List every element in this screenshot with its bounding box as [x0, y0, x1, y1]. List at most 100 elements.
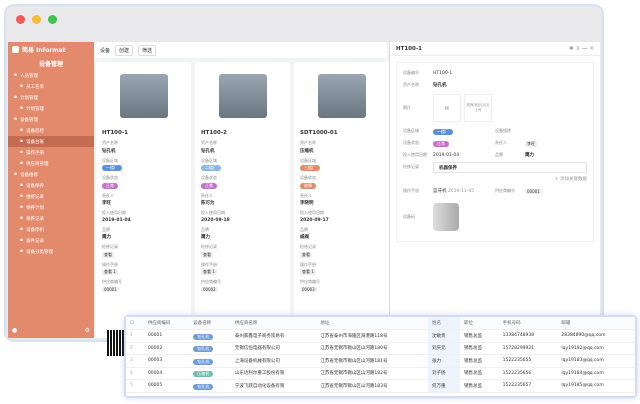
table-row[interactable]: 2 00002 钻孔机 无锡信恒电器有限公司 江苏省无锡市锡山区山河路180号 刘庆元 销售… — [126, 342, 635, 355]
field-label: 设备状态 — [102, 175, 118, 180]
manual-file[interactable]: 蓝牙机 — [433, 188, 447, 194]
sidebar-item-label: 设备管理 — [20, 117, 39, 123]
sidebar-item[interactable]: ▪ 维修记录 — [8, 191, 94, 202]
field-label: 设备码 — [403, 214, 415, 219]
column-header[interactable]: 手机号码 — [498, 317, 558, 330]
supplier-value[interactable]: 00001 — [525, 189, 542, 195]
sidebar-item[interactable]: ▪ 计划管理 — [8, 103, 94, 114]
field-label: 投入使用日期 — [201, 210, 225, 215]
card-title: HT100-1 — [102, 130, 128, 136]
asset-value: 压缩机 — [300, 148, 314, 154]
field-label: 操作手册 — [403, 188, 419, 193]
avatar[interactable]: ● — [12, 327, 17, 334]
maximize-dot[interactable] — [48, 15, 57, 24]
sidebar-item[interactable]: ▪ 设备巡检 — [8, 125, 94, 136]
column-header[interactable]: 邮箱 — [557, 317, 635, 330]
field-label: 责任人 — [300, 192, 312, 198]
date-value: 2020-09-17 — [300, 217, 329, 223]
column-header[interactable]: 供应商编码 — [143, 317, 190, 330]
table-cell: 3 — [126, 354, 144, 368]
record-value[interactable]: 查看 — [201, 251, 213, 258]
table-row[interactable]: 5 00005 钻孔机 宁波飞跃自动化设备有限 江苏省无锡市锡山区山河路183号 何万重销… — [126, 379, 635, 393]
column-header[interactable]: 地址 — [316, 317, 429, 330]
column-header[interactable]: 姓名 — [428, 317, 460, 330]
record-input[interactable]: 机器保养 — [433, 161, 587, 173]
table-cell: 00002 — [143, 342, 190, 355]
table-row[interactable]: 4 00004 压缩机 山东达利尔重工股份有限 江苏省无锡市锡山区山河路182号 刘子扬销… — [126, 367, 635, 380]
table-cell: 1522235656 — [498, 367, 558, 380]
sidebar-item[interactable]: ▪ 备件记录 — [8, 235, 94, 246]
sidebar-item[interactable]: ▪ 供应商管理 — [8, 158, 94, 169]
device-card[interactable]: HT100-2 资产名称 钻孔机 设备区域 二楼厂 设备状态 正常 责任人 陈可为 投入使用日期 2… — [195, 62, 290, 338]
tag: 钻孔机 — [193, 333, 214, 340]
module-title[interactable]: 设备管理 — [8, 56, 94, 70]
field-label: 资产名称 — [102, 140, 118, 145]
sidebar-item-label: 计划管理 — [20, 95, 39, 101]
sidebar-item[interactable]: ▪ 设备维修 — [8, 169, 94, 180]
device-card[interactable]: SDT1000-01 资产名称 压缩机 设备区域 三楼厂 设备状态 故障 责任人 李晓明 投入使用… — [294, 62, 389, 338]
supplier-value[interactable]: 00003 — [300, 286, 317, 292]
table-row[interactable]: 3 00003 钻孔机 上海设备机械有限公司 江苏省无锡市锡山区山河路181号 张力 销售总… — [126, 354, 635, 368]
settings-icon[interactable]: ⚙ — [85, 327, 90, 334]
image-placeholder-icon[interactable]: 🖼 — [433, 94, 461, 122]
date-value: 2019-01-04 — [433, 152, 460, 158]
device-name-tag: 压缩机 — [189, 367, 231, 380]
column-header[interactable]: 设备名称 — [189, 317, 231, 330]
record-value[interactable]: 查看 — [102, 251, 114, 258]
date-value: 2020-09-18 — [201, 217, 230, 223]
select-all-checkbox[interactable]: ☐ — [126, 317, 144, 330]
sidebar-item[interactable]: ▪ 人员管理 — [8, 70, 94, 81]
device-card[interactable]: HT100-1 资产名称 钻孔机 设备区域 一楼厂 设备状态 正常 责任人 李旺 投入使用日期 20… — [96, 62, 191, 338]
device-image — [102, 66, 185, 126]
tag: 钻孔机 — [193, 358, 214, 365]
qr-code-icon — [107, 330, 125, 356]
field-label: 品牌 — [102, 226, 110, 232]
title-bar — [6, 6, 602, 36]
field-label: 品牌 — [300, 226, 308, 232]
column-header[interactable]: 职位 — [459, 317, 499, 330]
field-label: 设备区域 — [102, 157, 118, 163]
create-button[interactable]: 创建 — [115, 44, 134, 56]
upload-area[interactable]: 拖拽/粘贴/点击上传 — [464, 94, 492, 122]
sidebar-item[interactable]: ▪ 员工名单 — [8, 81, 94, 92]
owner-value[interactable]: 李旺 — [525, 140, 537, 147]
manual-value[interactable]: 查看 1 — [300, 269, 316, 275]
sidebar-item[interactable]: ▪ 设备台账 — [8, 136, 94, 147]
field-label: 设备描述 — [495, 128, 511, 133]
add-relation-link[interactable]: + 添加关联数据 — [555, 176, 587, 182]
window-controls[interactable]: ✱ ⇩ — ✕ — [569, 46, 594, 52]
table-cell: lqy19184@qq.com — [557, 367, 635, 380]
field-label: 责任人 — [495, 140, 507, 145]
sidebar-item[interactable]: ▪ 设备管理 — [8, 114, 94, 125]
sidebar-item[interactable]: ▪ 保养记录 — [8, 213, 94, 224]
manual-value[interactable]: 查看 1 — [102, 269, 118, 275]
sidebar-item[interactable]: ▪ 设备保养 — [8, 180, 94, 191]
column-header[interactable]: 供应商名称 — [230, 317, 317, 330]
table-cell: 5 — [126, 379, 144, 393]
sidebar-item[interactable]: ▪ 设备停机 — [8, 224, 94, 235]
minimize-dot[interactable] — [32, 15, 41, 24]
owner-value: 李晓明 — [300, 201, 314, 206]
field-label: 供应商编号 — [495, 188, 515, 193]
close-dot[interactable] — [16, 15, 25, 24]
sidebar-item-label: 备件记录 — [26, 238, 45, 244]
supplier-value[interactable]: 00001 — [102, 286, 119, 292]
sidebar-item[interactable]: ▪ 设备分类管理 — [8, 246, 94, 257]
record-value[interactable]: 查看 — [300, 251, 312, 258]
table-cell: 2 — [126, 342, 144, 355]
field-label: 资产名称 — [403, 82, 419, 87]
field-label: 资产名称 — [201, 140, 217, 145]
table-cell: 江苏省无锡市锡山区山河路182号 — [316, 367, 429, 380]
filter-button[interactable]: 筛选 — [138, 44, 157, 56]
detail-title: HT100-1 — [396, 45, 422, 52]
sidebar-item[interactable]: ▪ 保养计划 — [8, 202, 94, 213]
supplier-value[interactable]: 00002 — [201, 286, 218, 292]
field-label: 设备区域 — [201, 157, 217, 163]
sidebar-item-label: 维修记录 — [26, 194, 45, 200]
menu-icon: ▪ — [20, 150, 24, 155]
sidebar-item[interactable]: ▪ 计划管理 — [8, 92, 94, 103]
table-row[interactable]: 1 00001 钻孔机 泰州家鑫电子商务贸易有 江苏省泰州市海陵区海港路118号 沈敏贵销… — [126, 329, 635, 343]
field-label: 投入使用日期 — [300, 210, 324, 215]
sidebar-item[interactable]: ▪ 操作手册 — [8, 147, 94, 158]
manual-value[interactable]: 查看 1 — [201, 269, 217, 275]
